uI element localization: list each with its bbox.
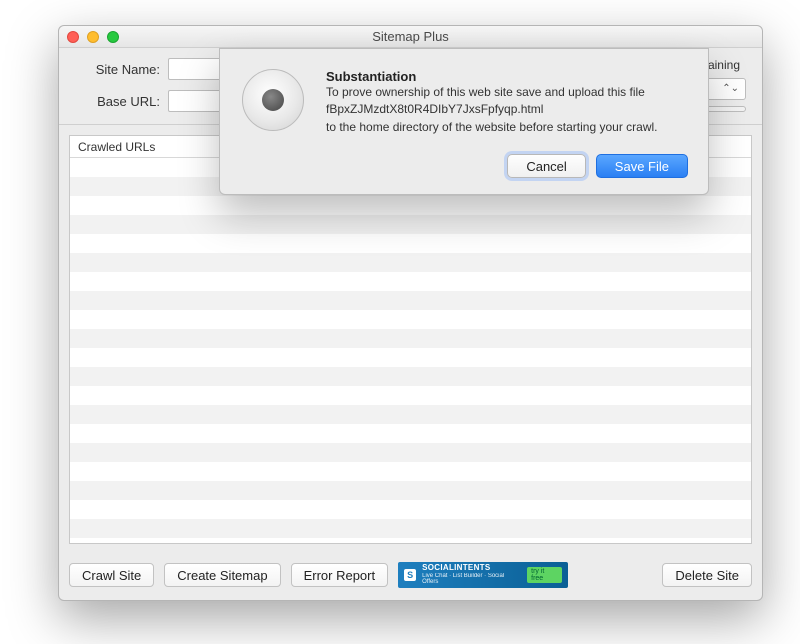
error-report-button[interactable]: Error Report bbox=[291, 563, 389, 587]
dialog-filename: fBpxZJMzdtX8t0R4DIbY7JxsFpfyqp.html bbox=[326, 102, 543, 116]
table-row bbox=[70, 253, 751, 272]
table-row bbox=[70, 443, 751, 462]
dialog-app-icon bbox=[242, 69, 304, 131]
table-row bbox=[70, 215, 751, 234]
table-row bbox=[70, 272, 751, 291]
table-row bbox=[70, 196, 751, 215]
ad-banner[interactable]: S SOCIALINTENTS Live Chat · List Builder… bbox=[398, 562, 568, 588]
table-row bbox=[70, 519, 751, 538]
table-row bbox=[70, 234, 751, 253]
window-controls bbox=[67, 31, 119, 43]
col-crawled-urls[interactable]: Crawled URLs bbox=[70, 136, 220, 157]
window-title: Sitemap Plus bbox=[59, 29, 762, 44]
app-window: Sitemap Plus Site Name: Base URL: s rema… bbox=[58, 25, 763, 601]
base-url-label: Base URL: bbox=[75, 94, 160, 109]
site-name-label: Site Name: bbox=[75, 62, 160, 77]
zoom-icon[interactable] bbox=[107, 31, 119, 43]
dialog-line1: To prove ownership of this web site save… bbox=[326, 85, 645, 99]
cancel-button[interactable]: Cancel bbox=[507, 154, 585, 178]
titlebar: Sitemap Plus bbox=[59, 26, 762, 48]
save-file-button[interactable]: Save File bbox=[596, 154, 688, 178]
chevron-up-down-icon: ⌃⌄ bbox=[722, 84, 739, 94]
table-row bbox=[70, 291, 751, 310]
table-row bbox=[70, 310, 751, 329]
table-row bbox=[70, 405, 751, 424]
url-table: Crawled URLs ing Status bbox=[69, 135, 752, 544]
close-icon[interactable] bbox=[67, 31, 79, 43]
footer-toolbar: Crawl Site Create Sitemap Error Report S… bbox=[59, 554, 762, 600]
crawl-site-button[interactable]: Crawl Site bbox=[69, 563, 154, 587]
ad-logo-icon: S bbox=[404, 569, 416, 581]
dialog-line2: to the home directory of the website bef… bbox=[326, 120, 658, 134]
table-row bbox=[70, 481, 751, 500]
substantiation-dialog: Substantiation To prove ownership of thi… bbox=[219, 48, 709, 195]
table-row bbox=[70, 329, 751, 348]
table-row bbox=[70, 500, 751, 519]
table-row bbox=[70, 386, 751, 405]
dialog-title: Substantiation bbox=[326, 69, 688, 84]
delete-site-button[interactable]: Delete Site bbox=[662, 563, 752, 587]
table-row bbox=[70, 367, 751, 386]
table-row bbox=[70, 424, 751, 443]
dialog-body: To prove ownership of this web site save… bbox=[326, 84, 688, 136]
table-row bbox=[70, 348, 751, 367]
minimize-icon[interactable] bbox=[87, 31, 99, 43]
table-body bbox=[70, 158, 751, 543]
ad-cta: try it free bbox=[527, 567, 562, 583]
create-sitemap-button[interactable]: Create Sitemap bbox=[164, 563, 280, 587]
table-row bbox=[70, 462, 751, 481]
ad-brand: SOCIALINTENTS bbox=[422, 564, 521, 573]
ad-tagline: Live Chat · List Builder · Social Offers bbox=[422, 573, 521, 586]
